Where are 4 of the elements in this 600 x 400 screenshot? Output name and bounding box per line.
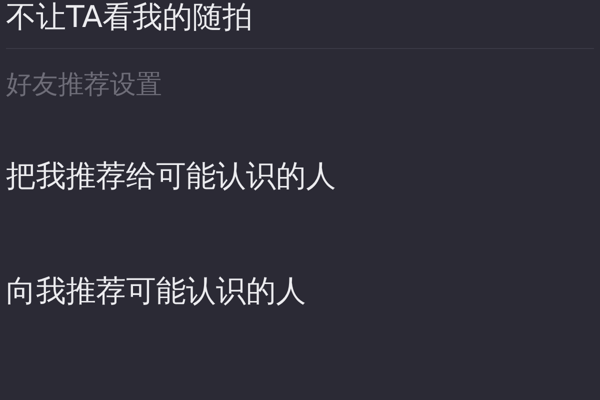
setting-item[interactable]: 把我推荐给可能认识的人 [6,158,336,194]
setting-item[interactable]: 不让TA看我的随拍 [6,0,253,36]
section-header: 好友推荐设置 [6,68,162,102]
setting-item[interactable]: 向我推荐可能认识的人 [6,274,306,310]
